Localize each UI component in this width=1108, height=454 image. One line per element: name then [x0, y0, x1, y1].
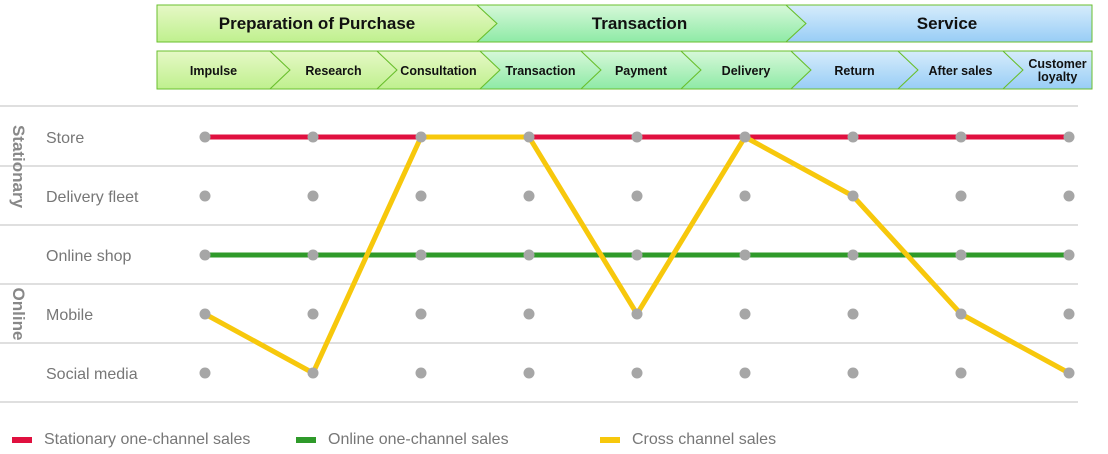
channel-node [847, 308, 859, 320]
channel-node [955, 367, 967, 379]
channel-node [847, 131, 859, 143]
step-label: Payment [615, 64, 668, 78]
channel-label: Mobile [46, 307, 93, 324]
channel-node [847, 367, 859, 379]
step-label: Consultation [400, 64, 476, 78]
channel-node [631, 308, 643, 320]
channel-node [523, 308, 535, 320]
phase-2: Transaction [475, 4, 807, 43]
step-label: Research [305, 64, 361, 78]
channel-node [415, 190, 427, 202]
channel-node [307, 308, 319, 320]
legend-online: Online one-channel sales [296, 430, 509, 450]
channel-node [1063, 308, 1075, 320]
legend-label-stationary: Stationary one-channel sales [44, 431, 251, 448]
channel-node [955, 249, 967, 261]
channel-node [1063, 131, 1075, 143]
channel-node [955, 308, 967, 320]
customer-journey-diagram: Preparation of Purchase Transaction Servic… [0, 4, 1093, 403]
legend-cross-channel: Cross channel sales [600, 430, 776, 450]
channel-node [847, 249, 859, 261]
step-header: Impulse Research Consultation Transaction Pa… [156, 50, 1093, 90]
channel-node [307, 249, 319, 261]
group-label: Stationary [9, 125, 28, 209]
channel-node [955, 190, 967, 202]
step-label: Delivery [722, 64, 771, 78]
step-label: Return [834, 64, 874, 78]
legend-swatch-online [296, 437, 316, 443]
step-label: Transaction [505, 64, 575, 78]
legend-swatch-stationary [12, 437, 32, 443]
group-label: Online [9, 288, 28, 341]
step-label: Impulse [190, 64, 237, 78]
channel-node [199, 367, 211, 379]
channel-node [739, 308, 751, 320]
channel-node [631, 190, 643, 202]
channel-node [415, 308, 427, 320]
channel-node [739, 249, 751, 261]
channel-label: Delivery fleet [46, 189, 139, 206]
channel-node [1063, 367, 1075, 379]
channel-node [523, 367, 535, 379]
channel-label: Online shop [46, 248, 131, 265]
phase-label: Transaction [592, 14, 687, 33]
channel-node [199, 190, 211, 202]
step-label: After sales [929, 64, 993, 78]
channel-node [631, 367, 643, 379]
channel-node [523, 249, 535, 261]
channel-node [1063, 249, 1075, 261]
legend-label-cross-channel: Cross channel sales [632, 431, 777, 448]
legend-label-online: Online one-channel sales [328, 431, 509, 448]
channel-node [1063, 190, 1075, 202]
channel-node [307, 190, 319, 202]
legend-stationary: Stationary one-channel sales [12, 430, 250, 450]
channel-node [415, 249, 427, 261]
channel-node [847, 190, 859, 202]
channel-node [307, 367, 319, 379]
step-1: Impulse [156, 50, 291, 90]
channel-label: Store [46, 130, 84, 147]
channel-label: Social media [46, 366, 138, 383]
phase-3: Service [784, 4, 1093, 43]
channel-node [631, 249, 643, 261]
channel-node [199, 308, 211, 320]
channel-node [199, 249, 211, 261]
phase-label: Preparation of Purchase [219, 14, 416, 33]
channel-node [739, 131, 751, 143]
channel-node [307, 131, 319, 143]
channel-node [415, 131, 427, 143]
phase-1: Preparation of Purchase [156, 4, 498, 43]
channel-node [631, 131, 643, 143]
legend-swatch-cross-channel [600, 437, 620, 443]
channel-node [739, 367, 751, 379]
step-6: Delivery [679, 50, 812, 90]
channel-node [415, 367, 427, 379]
channel-node [523, 190, 535, 202]
channel-node [523, 131, 535, 143]
channel-node [199, 131, 211, 143]
channel-node [955, 131, 967, 143]
phase-header: Preparation of Purchase Transaction Servic… [156, 4, 1093, 43]
phase-label: Service [917, 14, 978, 33]
channel-node [739, 190, 751, 202]
